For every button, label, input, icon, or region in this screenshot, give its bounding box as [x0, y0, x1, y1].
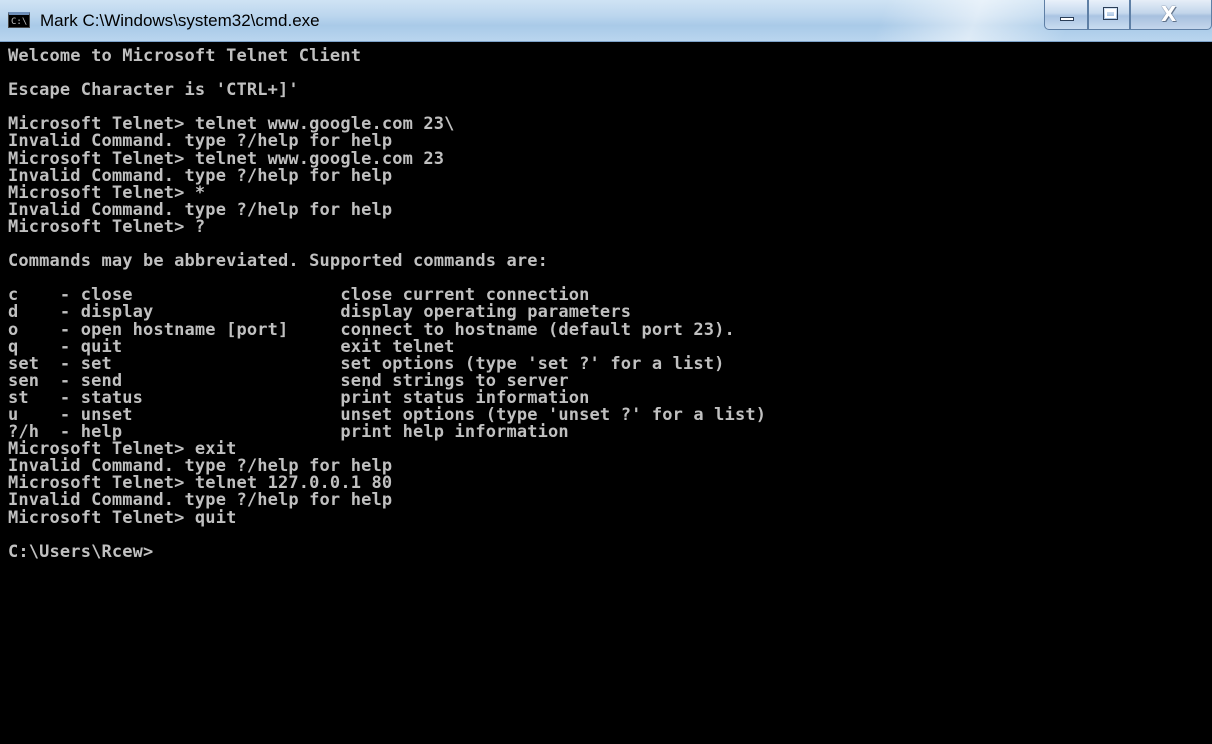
console-line: Invalid Command. type ?/help for help	[8, 490, 393, 511]
close-button[interactable]: X	[1130, 0, 1212, 30]
console-line: Invalid Command. type ?/help for help	[8, 131, 393, 152]
console-line: d - display display operating parameters	[8, 302, 632, 323]
maximize-icon	[1103, 7, 1118, 20]
console-line: Escape Character is 'CTRL+]'	[8, 80, 299, 101]
window-title: Mark C:\Windows\system32\cmd.exe	[40, 11, 320, 30]
console-line: Microsoft Telnet> quit	[8, 507, 237, 528]
title-bar[interactable]: C:\ Mark C:\Windows\system32\cmd.exe X	[0, 0, 1212, 42]
console-line: Commands may be abbreviated. Supported c…	[8, 251, 549, 272]
minimize-icon	[1060, 17, 1074, 21]
cmd-icon[interactable]: C:\	[8, 12, 30, 28]
cmd-window: C:\ Mark C:\Windows\system32\cmd.exe X W…	[0, 0, 1212, 744]
maximize-button[interactable]	[1088, 0, 1130, 30]
console-line: C:\Users\Rcew>	[8, 541, 154, 562]
minimize-button[interactable]	[1044, 0, 1088, 30]
console-line: Welcome to Microsoft Telnet Client	[8, 46, 362, 66]
console-line: Microsoft Telnet> ?	[8, 216, 206, 237]
console-output[interactable]: Welcome to Microsoft Telnet Client Escape…	[0, 42, 1212, 744]
close-icon: X	[1161, 2, 1177, 26]
